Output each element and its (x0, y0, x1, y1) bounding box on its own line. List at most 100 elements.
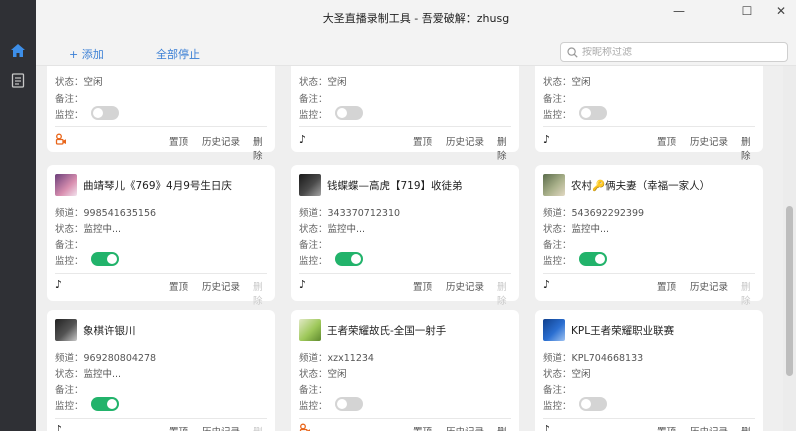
monitor-toggle[interactable] (579, 106, 607, 120)
delete-button[interactable]: 删除 (741, 279, 755, 307)
note-label: 备注： (55, 385, 84, 396)
douyin-icon: ♪ (299, 133, 307, 146)
status-value: 监控中... (327, 224, 366, 235)
status-label: 状态： (543, 224, 572, 235)
divider (543, 273, 755, 274)
status-value: 空闲 (327, 369, 347, 380)
channel-grid: 状态：空闲 备注： 监控： 置顶 历史记录 删除 状态：空闲 备注： 监控： ♪… (36, 66, 783, 431)
monitor-toggle[interactable] (335, 252, 363, 266)
stop-all-button[interactable]: 全部停止 (156, 46, 200, 62)
pin-button[interactable]: 置顶 (413, 424, 432, 431)
divider (55, 273, 267, 274)
status-value: 空闲 (327, 77, 347, 88)
monitor-toggle[interactable] (335, 397, 363, 411)
history-button[interactable]: 历史记录 (690, 134, 728, 148)
channel-label: 频道： (299, 353, 328, 364)
status-value: 空闲 (571, 369, 591, 380)
add-button[interactable]: + 添加 (69, 46, 104, 62)
pin-button[interactable]: 置顶 (413, 134, 432, 148)
pin-button[interactable]: 置顶 (169, 134, 188, 148)
home-icon[interactable] (8, 40, 28, 60)
pin-button[interactable]: 置顶 (657, 279, 676, 293)
search-icon (567, 46, 578, 58)
channel-card: 曲靖琴儿《769》4月9号生日庆 频道：998541635156 状态：监控中.… (47, 165, 275, 307)
pin-button[interactable]: 置顶 (657, 424, 676, 431)
channel-id: 998541635156 (83, 208, 157, 219)
channel-name: 王者荣耀故氏-全国一射手 (327, 324, 447, 337)
delete-button[interactable]: 删除 (253, 134, 267, 162)
history-button[interactable]: 历史记录 (690, 424, 728, 431)
document-icon[interactable] (8, 70, 28, 90)
history-button[interactable]: 历史记录 (202, 279, 240, 293)
history-button[interactable]: 历史记录 (446, 424, 484, 431)
note-label: 备注： (55, 240, 84, 251)
monitor-label: 监控： (299, 401, 328, 412)
pin-button[interactable]: 置顶 (169, 279, 188, 293)
douyin-icon: ♪ (543, 423, 551, 431)
history-button[interactable]: 历史记录 (446, 134, 484, 148)
search-input[interactable] (582, 46, 772, 58)
monitor-label: 监控： (299, 110, 328, 121)
delete-button[interactable]: 删除 (497, 134, 511, 162)
card-footer: ♪ 置顶 历史记录 删除 (55, 277, 267, 307)
monitor-toggle[interactable] (335, 106, 363, 120)
monitor-label: 监控： (55, 110, 84, 121)
side-rail (0, 0, 36, 431)
delete-button[interactable]: 删除 (253, 424, 267, 431)
channel-name: KPL王者荣耀职业联赛 (571, 324, 675, 337)
history-button[interactable]: 历史记录 (202, 424, 240, 431)
channel-card: 状态：空闲 备注： 监控： 置顶 历史记录 删除 (47, 66, 275, 162)
avatar (543, 319, 565, 341)
monitor-label: 监控： (543, 110, 572, 121)
monitor-toggle[interactable] (91, 397, 119, 411)
channel-name: 农村🔑俩夫妻（幸福一家人） (571, 179, 711, 192)
delete-button[interactable]: 删除 (497, 424, 511, 431)
card-footer: 置顶 历史记录 删除 (55, 132, 267, 162)
status-label: 状态： (55, 224, 84, 235)
douyin-icon: ♪ (543, 278, 551, 291)
card-footer: ♪ 置顶 历史记录 删除 (543, 132, 755, 162)
close-button[interactable]: ✕ (770, 4, 792, 18)
note-label: 备注： (543, 240, 572, 251)
card-footer: ♪ 置顶 历史记录 删除 (543, 277, 755, 307)
divider (55, 418, 267, 419)
monitor-toggle[interactable] (91, 252, 119, 266)
card-footer: ♪ 置顶 历史记录 删除 (299, 277, 511, 307)
channel-card: 状态：空闲 备注： 监控： ♪ 置顶 历史记录 删除 (291, 66, 519, 162)
channel-label: 频道： (543, 208, 572, 219)
history-button[interactable]: 历史记录 (690, 279, 728, 293)
channel-card: 象棋许银川 频道：969280804278 状态：监控中... 备注： 监控： … (47, 310, 275, 431)
channel-card: 农村🔑俩夫妻（幸福一家人） 频道：543692292399 状态：监控中... … (535, 165, 763, 307)
delete-button[interactable]: 删除 (497, 279, 511, 307)
douyin-icon: ♪ (55, 278, 63, 291)
channel-label: 频道： (299, 208, 328, 219)
vertical-scrollbar[interactable] (783, 66, 796, 431)
scrollbar-thumb[interactable] (786, 206, 793, 376)
pin-button[interactable]: 置顶 (413, 279, 432, 293)
avatar (299, 174, 321, 196)
card-footer: ♪ 置顶 历史记录 删除 (299, 132, 511, 162)
douyin-icon: ♪ (543, 133, 551, 146)
history-button[interactable]: 历史记录 (202, 134, 240, 148)
history-button[interactable]: 历史记录 (446, 279, 484, 293)
avatar (55, 319, 77, 341)
status-value: 空闲 (83, 77, 103, 88)
monitor-toggle[interactable] (579, 252, 607, 266)
status-value: 监控中... (83, 369, 122, 380)
monitor-label: 监控： (543, 401, 572, 412)
maximize-button[interactable]: ☐ (736, 4, 758, 18)
monitor-toggle[interactable] (579, 397, 607, 411)
kuaishou-icon (299, 423, 311, 431)
channel-id: KPL704668133 (571, 353, 644, 364)
channel-name: 象棋许银川 (83, 324, 136, 337)
delete-button[interactable]: 删除 (253, 279, 267, 307)
pin-button[interactable]: 置顶 (657, 134, 676, 148)
minimize-button[interactable]: — (668, 4, 690, 18)
monitor-toggle[interactable] (91, 106, 119, 120)
delete-button[interactable]: 删除 (741, 134, 755, 162)
divider (299, 273, 511, 274)
channel-card: 王者荣耀故氏-全国一射手 频道：xzx11234 状态：空闲 备注： 监控： 置… (291, 310, 519, 431)
delete-button[interactable]: 删除 (741, 424, 755, 431)
channel-card: 状态：空闲 备注： 监控： ♪ 置顶 历史记录 删除 (535, 66, 763, 162)
pin-button[interactable]: 置顶 (169, 424, 188, 431)
